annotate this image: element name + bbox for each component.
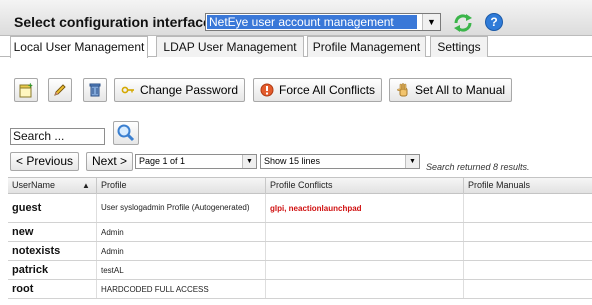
profile-manuals-cell [463,242,592,260]
svg-text:+: + [28,82,33,90]
profile-conflicts-cell [265,280,463,298]
username-cell: root [12,283,34,295]
page-select-value: Page 1 of 1 [139,156,186,166]
hand-icon [397,83,408,97]
profile-cell: testAL [96,261,265,279]
tab-settings[interactable]: Settings [430,36,488,57]
username-cell: notexists [12,245,61,257]
magnifier-icon [117,124,135,142]
profile-cell: Admin [96,242,265,260]
sort-ascending-icon: ▲ [82,181,90,190]
change-password-label: Change Password [140,83,239,97]
interface-select-value: NetEye user account management [207,15,417,29]
search-result-count: Search returned 8 results. [426,162,530,172]
table-row[interactable]: root HARDCODED FULL ACCESS [8,280,592,299]
username-cell: new [12,226,34,238]
key-icon [121,86,134,94]
change-password-button[interactable]: Change Password [114,78,246,102]
interface-select[interactable]: NetEye user account management ▼ [205,13,441,31]
new-user-button[interactable]: + [14,78,38,102]
tab-bar: Local User Management LDAP User Manageme… [0,36,592,58]
lines-per-page-select[interactable]: Show 15 lines ▼ [260,154,420,169]
set-all-to-manual-button[interactable]: Set All to Manual [389,78,513,102]
profile-cell: User syslogadmin Profile (Autogenerated) [96,194,265,222]
column-profile-manuals-header[interactable]: Profile Manuals [463,178,592,194]
chevron-down-icon[interactable]: ▼ [405,155,419,168]
profile-manuals-cell [463,261,592,279]
help-icon[interactable]: ? [485,13,503,31]
previous-page-button[interactable]: < Previous [10,152,80,171]
search-input[interactable]: Search ... [10,128,105,145]
username-cell: guest [12,202,42,214]
profile-conflicts-cell: glpi, neactionlaunchpad [265,194,463,222]
table-row[interactable]: patrick testAL [8,261,592,280]
config-interface-label: Select configuration interface: [14,14,216,30]
profile-cell: Admin [96,223,265,241]
profile-manuals-cell [463,194,592,222]
profile-cell: HARDCODED FULL ACCESS [96,280,265,298]
profile-conflicts-cell [265,261,463,279]
set-all-to-manual-label: Set All to Manual [415,83,506,97]
config-header: Select configuration interface: NetEye u… [0,0,592,36]
profile-conflicts-cell [265,242,463,260]
edit-button[interactable] [48,78,72,102]
next-page-button[interactable]: Next > [86,152,134,171]
profile-manuals-cell [463,223,592,241]
tab-ldap-user-management[interactable]: LDAP User Management [156,36,304,57]
force-all-conflicts-button[interactable]: Force All Conflicts [253,78,383,102]
chevron-down-icon[interactable]: ▼ [422,14,440,30]
chevron-down-icon[interactable]: ▼ [242,155,256,168]
column-username-header[interactable]: UserName ▲ [8,178,96,194]
table-row[interactable]: notexists Admin [8,242,592,261]
column-profile-conflicts-header[interactable]: Profile Conflicts [265,178,463,194]
user-table: UserName ▲ Profile Profile Conflicts Pro… [8,177,592,299]
profile-manuals-cell [463,280,592,298]
tab-profile-management[interactable]: Profile Management [307,36,426,57]
search-button[interactable] [113,121,139,145]
delete-icon [89,83,101,97]
table-header: UserName ▲ Profile Profile Conflicts Pro… [8,178,592,194]
column-profile-header[interactable]: Profile [96,178,265,194]
page-select[interactable]: Page 1 of 1 ▼ [135,154,257,169]
table-row[interactable]: new Admin [8,223,592,242]
warning-icon [260,83,274,97]
table-row[interactable]: guest User syslogadmin Profile (Autogene… [8,194,592,223]
new-user-icon: + [19,82,33,98]
force-all-conflicts-label: Force All Conflicts [279,83,376,97]
delete-button[interactable] [83,78,107,102]
column-username-label: UserName [12,180,56,190]
refresh-icon[interactable] [452,12,474,34]
edit-icon [54,84,66,96]
username-cell: patrick [12,264,49,276]
lines-per-page-value: Show 15 lines [264,156,321,166]
profile-conflicts-cell [265,223,463,241]
tab-local-user-management[interactable]: Local User Management [10,36,148,58]
